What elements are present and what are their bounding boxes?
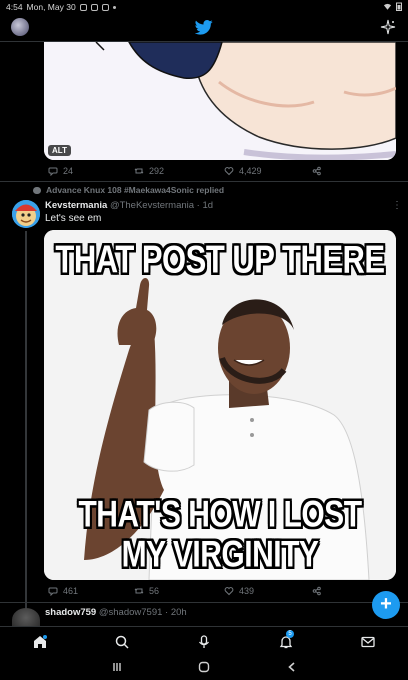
share-icon	[312, 166, 321, 176]
top-app-bar	[0, 14, 408, 42]
handle-time[interactable]: @TheKevstermania · 1d	[110, 200, 213, 211]
compose-button[interactable]: +	[372, 591, 400, 619]
meme-bottom-caption-line1: THAT'S HOW I LOST	[78, 493, 362, 535]
reply-bubble-icon	[33, 186, 41, 194]
tweet1-actions: 24 292 4,429	[44, 166, 374, 180]
like-count: 4,429	[239, 166, 262, 176]
status-time: 4:54	[6, 2, 23, 12]
retweet-button[interactable]: 292	[134, 166, 164, 176]
handle-time[interactable]: @shadow7591 · 20h	[99, 607, 187, 618]
twitter-logo-icon[interactable]	[195, 20, 213, 35]
reply-button[interactable]: 24	[48, 166, 73, 176]
meme-top-caption: THAT POST UP THERE	[55, 237, 385, 282]
notifications-badge: 5	[286, 630, 294, 638]
divider	[0, 181, 408, 182]
tweet2-media[interactable]: THAT POST UP THERE THAT'S HOW I LOST MY …	[44, 230, 396, 580]
battery-icon	[396, 2, 402, 11]
recents-icon[interactable]	[111, 661, 123, 673]
wifi-icon	[383, 3, 392, 10]
search-icon[interactable]	[114, 634, 130, 650]
home-icon[interactable]	[32, 634, 48, 650]
back-icon[interactable]	[286, 661, 298, 673]
bottom-nav: 5	[0, 626, 408, 656]
notifications-tab[interactable]: 5	[278, 630, 294, 650]
mail-icon[interactable]	[360, 634, 376, 650]
status-bar: 4:54 Mon, May 30	[0, 0, 408, 14]
dot-icon	[112, 5, 116, 9]
reply-button[interactable]: 461	[48, 586, 78, 596]
profile-avatar[interactable]	[11, 18, 29, 36]
reply-count: 461	[63, 586, 79, 596]
retweet-icon	[134, 168, 144, 174]
kevstermania-avatar[interactable]	[12, 200, 40, 228]
gamepad-icon	[90, 3, 98, 11]
retweet-count: 56	[149, 586, 160, 596]
like-button[interactable]: 439	[224, 586, 254, 596]
reply-icon	[48, 167, 58, 176]
tweet2-text: Let's see em	[45, 213, 102, 224]
display-name[interactable]: shadow759	[45, 607, 96, 618]
like-button[interactable]: 4,429	[224, 166, 262, 176]
divider	[0, 602, 408, 603]
alt-badge[interactable]: ALT	[48, 145, 71, 156]
retweet-count: 292	[149, 166, 165, 176]
thread-line	[25, 231, 27, 611]
tweet2-header: Kevstermania @TheKevstermania · 1d	[45, 200, 213, 211]
notification-icon	[79, 3, 87, 11]
mail-status-icon	[101, 3, 109, 11]
reply-count: 24	[63, 166, 74, 176]
tweet3-header: shadow759 @shadow7591 · 20h	[45, 607, 187, 618]
meme-bottom-caption-line2: MY VIRGINITY	[121, 533, 319, 575]
home-circle-icon[interactable]	[198, 661, 210, 673]
system-nav-bar	[0, 656, 408, 680]
share-button[interactable]	[312, 586, 322, 596]
like-icon	[224, 167, 234, 176]
illustration-image	[44, 42, 396, 160]
spaces-icon[interactable]	[196, 634, 212, 650]
sparkle-icon[interactable]	[380, 19, 396, 35]
display-name[interactable]: Kevstermania	[45, 200, 107, 211]
more-options-icon[interactable]: ⋮	[392, 200, 402, 211]
status-date: Mon, May 30	[26, 2, 76, 12]
social-context-text: Advance Knux 108 #Maekawa4Sonic replied	[46, 185, 225, 195]
avatar-image	[12, 200, 40, 228]
tweet2-actions: 461 56 439	[44, 586, 374, 600]
retweet-button[interactable]: 56	[134, 586, 159, 596]
tweet1-media[interactable]	[44, 42, 396, 160]
share-icon	[312, 586, 321, 596]
like-icon	[224, 587, 234, 596]
reply-icon	[48, 587, 58, 596]
share-button[interactable]	[312, 166, 322, 176]
social-context[interactable]: Advance Knux 108 #Maekawa4Sonic replied	[33, 185, 224, 195]
like-count: 439	[239, 586, 255, 596]
retweet-icon	[134, 588, 144, 594]
